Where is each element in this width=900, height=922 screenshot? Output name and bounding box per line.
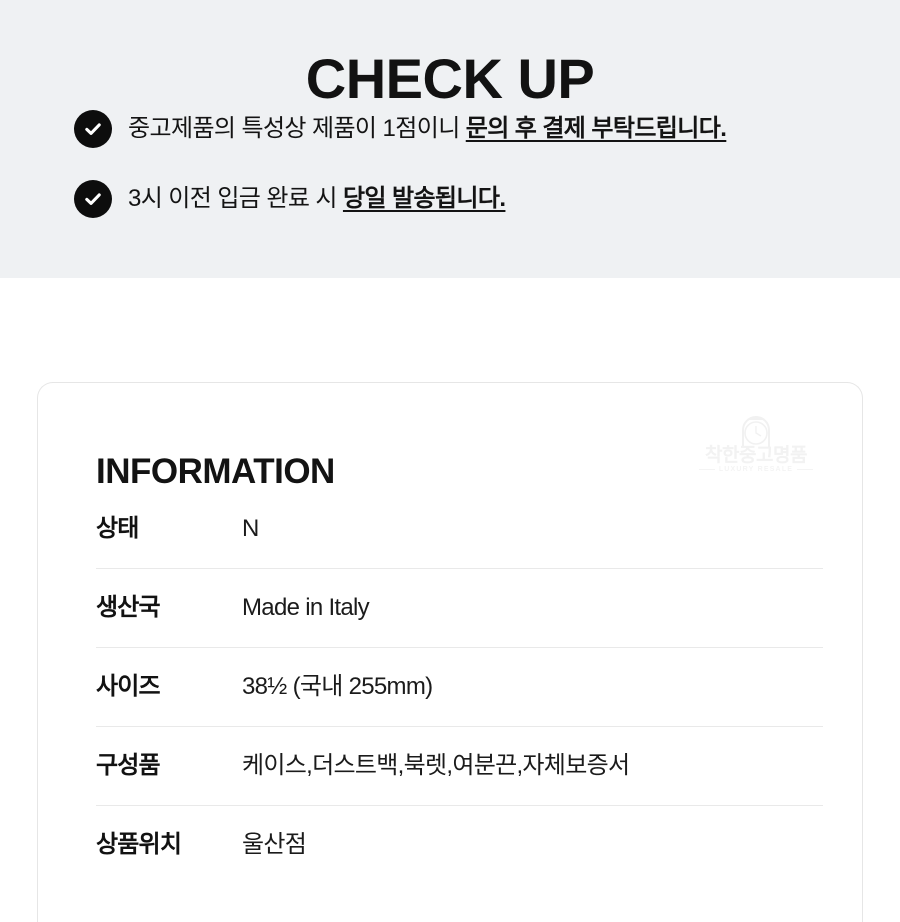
information-spec-table: 상태 N 생산국 Made in Italy 사이즈 38½ (국내 255mm… — [96, 490, 823, 884]
information-card: INFORMATION 착한중고명품 LUXURY RESALE 상태 N 생산… — [37, 382, 863, 922]
spec-value: N — [242, 515, 259, 542]
product-detail-page: CHECK UP 중고제품의 특성상 제품이 1점이니 문의 후 결제 부탁드립… — [0, 0, 900, 922]
spec-value: 케이스,더스트백,북렛,여분끈,자체보증서 — [242, 752, 630, 779]
spec-label: 상품위치 — [96, 831, 182, 858]
checkup-title: CHECK UP — [305, 46, 595, 110]
spec-row-condition: 상태 N — [96, 490, 823, 569]
spec-label: 구성품 — [96, 752, 161, 779]
checkup-notice-emphasis: 문의 후 결제 부탁드립니다. — [465, 115, 727, 142]
checkup-notice-item: 3시 이전 입금 완료 시 당일 발송됩니다. — [74, 176, 874, 222]
spec-row-origin: 생산국 Made in Italy — [96, 569, 823, 648]
checkup-notice-text: 중고제품의 특성상 제품이 1점이니 문의 후 결제 부탁드립니다. — [128, 112, 727, 146]
checkup-section: CHECK UP 중고제품의 특성상 제품이 1점이니 문의 후 결제 부탁드립… — [0, 0, 900, 278]
brand-watermark: 착한중고명품 LUXURY RESALE — [690, 413, 822, 479]
section-spacer — [0, 278, 900, 382]
checkup-notice-item: 중고제품의 특성상 제품이 1점이니 문의 후 결제 부탁드립니다. — [74, 106, 874, 152]
watermark-brand-name: 착한중고명품 — [705, 445, 807, 466]
spec-label: 상태 — [96, 515, 139, 542]
checkup-notice-text: 3시 이전 입금 완료 시 당일 발송됩니다. — [128, 182, 506, 216]
checkup-notice-lead: 3시 이전 입금 완료 시 — [128, 185, 343, 212]
spec-label: 생산국 — [96, 594, 161, 621]
spec-label: 사이즈 — [96, 673, 161, 700]
checkup-notice-list: 중고제품의 특성상 제품이 1점이니 문의 후 결제 부탁드립니다. 3시 이전… — [74, 106, 874, 246]
checkup-notice-lead: 중고제품의 특성상 제품이 1점이니 — [128, 115, 466, 142]
spec-row-location: 상품위치 울산점 — [96, 806, 823, 884]
spec-value: 38½ (국내 255mm) — [242, 673, 433, 700]
spec-value: Made in Italy — [242, 594, 370, 621]
spec-row-components: 구성품 케이스,더스트백,북렛,여분끈,자체보증서 — [96, 727, 823, 806]
spec-value: 울산점 — [242, 831, 307, 858]
information-heading: INFORMATION — [96, 452, 335, 492]
check-circle-icon — [74, 110, 112, 148]
watermark-subtitle: LUXURY RESALE — [690, 465, 822, 475]
checkup-notice-emphasis: 당일 발송됩니다. — [342, 185, 506, 212]
check-circle-icon — [74, 180, 112, 218]
spec-row-size: 사이즈 38½ (국내 255mm) — [96, 648, 823, 727]
